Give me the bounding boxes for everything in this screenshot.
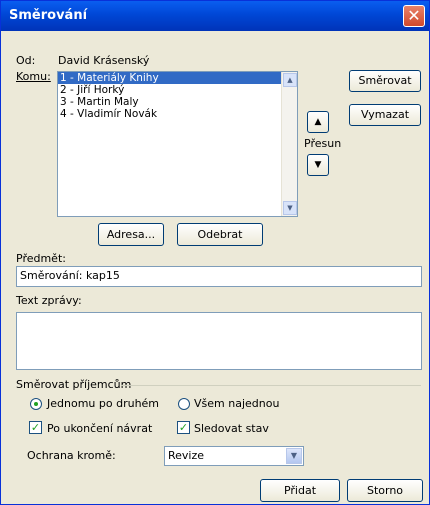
radio-one-after-another[interactable] bbox=[30, 398, 42, 410]
title-bar: Směrování ✕ bbox=[1, 1, 429, 31]
remove-button-label: Odebrat bbox=[197, 228, 243, 241]
move-down-button[interactable]: ▼ bbox=[307, 154, 329, 176]
one-after-another-label: Jednomu po druhém bbox=[47, 397, 160, 410]
remove-button[interactable]: Odebrat bbox=[177, 223, 263, 246]
to-label: Komu: bbox=[16, 70, 51, 83]
clear-button-label: Vymazat bbox=[360, 108, 410, 121]
protect-select[interactable]: Revize ▼ bbox=[164, 446, 304, 466]
message-label: Text zprávy: bbox=[16, 294, 82, 307]
clear-button[interactable]: Vymazat bbox=[349, 104, 421, 126]
message-textarea[interactable] bbox=[16, 312, 422, 370]
arrow-down-icon: ▼ bbox=[314, 160, 322, 170]
recipients-items: 1 - Materiály Knihy 2 - Jiří Horký 3 - Mar… bbox=[58, 72, 297, 120]
recipients-scrollbar[interactable]: ▲ ▼ bbox=[281, 72, 297, 216]
list-item[interactable]: 3 - Martin Maly bbox=[58, 96, 297, 108]
return-when-done-label: Po ukončení návrat bbox=[47, 422, 153, 435]
protect-label: Ochrana kromě: bbox=[27, 449, 116, 462]
all-at-once-label: Všem najednou bbox=[194, 397, 280, 410]
list-item[interactable]: 4 - Vladimír Novák bbox=[58, 108, 297, 120]
move-label: Přesun bbox=[304, 137, 342, 150]
routing-dialog: Směrování ✕ Od: David Krásenský Komu: 1 … bbox=[0, 0, 430, 505]
recipients-list[interactable]: 1 - Materiály Knihy 2 - Jiří Horký 3 - Mar… bbox=[57, 71, 298, 217]
checkbox-track-status[interactable]: ✓ bbox=[177, 421, 190, 434]
list-item[interactable]: 2 - Jiří Horký bbox=[58, 84, 297, 96]
checkbox-return-when-done[interactable]: ✓ bbox=[29, 421, 42, 434]
dropdown-arrow-icon[interactable]: ▼ bbox=[286, 448, 302, 464]
routing-group-label: Směrovat příjemcům bbox=[16, 378, 132, 391]
move-up-button[interactable]: ▲ bbox=[307, 111, 329, 133]
subject-field[interactable]: Směrování: kap15 bbox=[16, 266, 422, 287]
scroll-down-icon[interactable]: ▼ bbox=[283, 201, 297, 215]
from-label: Od: bbox=[16, 54, 36, 67]
from-value: David Krásenský bbox=[58, 54, 150, 67]
cancel-button[interactable]: Storno bbox=[347, 479, 423, 502]
routing-group-divider bbox=[121, 385, 421, 386]
radio-all-at-once[interactable] bbox=[178, 398, 190, 410]
scroll-up-icon[interactable]: ▲ bbox=[283, 73, 297, 87]
add-button[interactable]: Přidat bbox=[260, 479, 340, 502]
list-item[interactable]: 1 - Materiály Knihy bbox=[58, 72, 297, 84]
close-icon: ✕ bbox=[407, 6, 421, 25]
route-button[interactable]: Směrovat bbox=[349, 70, 421, 92]
route-button-label: Směrovat bbox=[358, 74, 412, 87]
add-button-label: Přidat bbox=[283, 484, 317, 497]
subject-label: Předmět: bbox=[16, 252, 66, 265]
close-button[interactable]: ✕ bbox=[403, 5, 425, 27]
address-button[interactable]: Adresa... bbox=[98, 223, 164, 246]
arrow-up-icon: ▲ bbox=[314, 117, 322, 127]
track-status-label: Sledovat stav bbox=[194, 422, 269, 435]
address-button-label: Adresa... bbox=[106, 228, 156, 241]
window-title: Směrování bbox=[9, 8, 88, 23]
subject-value: Směrování: kap15 bbox=[20, 269, 120, 282]
protect-select-value: Revize bbox=[168, 449, 205, 462]
cancel-button-label: Storno bbox=[366, 484, 404, 497]
